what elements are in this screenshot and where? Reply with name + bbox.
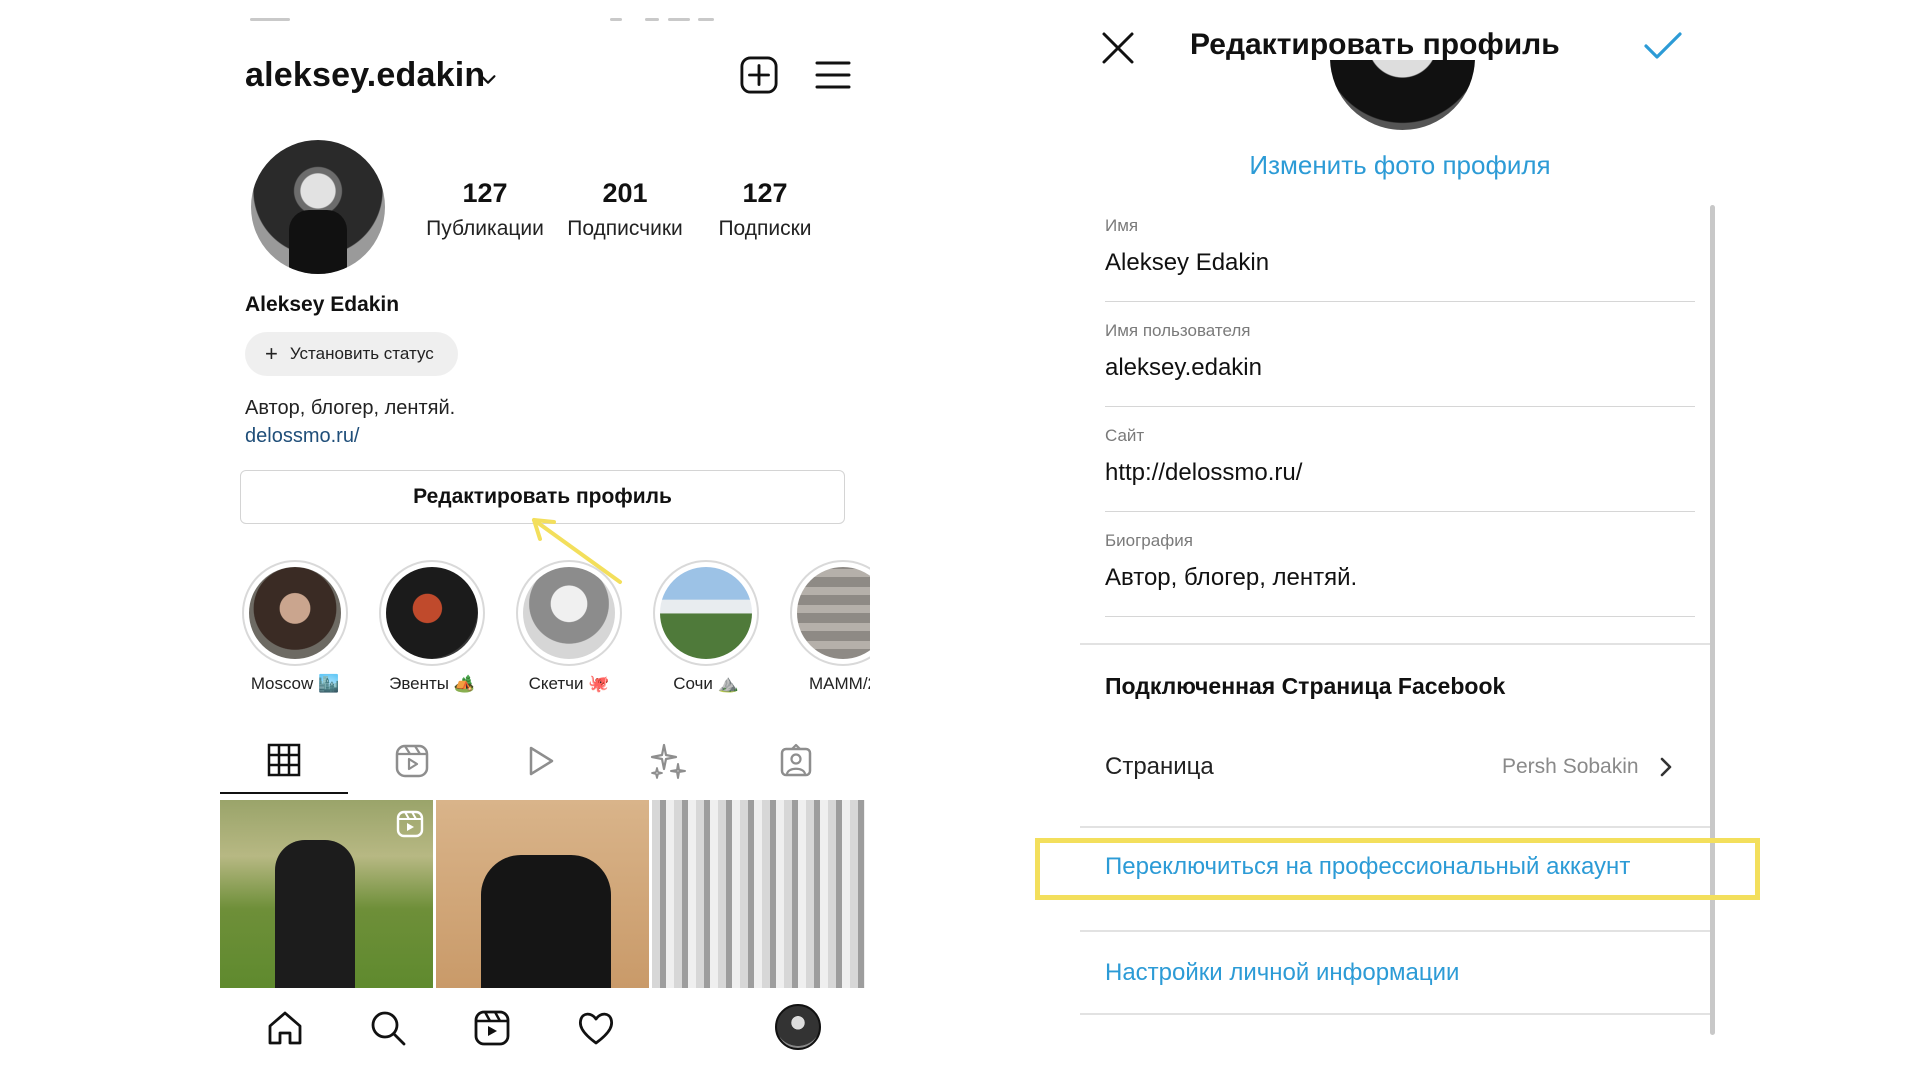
home-icon xyxy=(268,1011,302,1045)
profile-header: aleksey.edakin xyxy=(245,50,851,106)
post-thumbnail[interactable] xyxy=(436,800,649,988)
highlight-label: Эвенты 🏕️ xyxy=(389,674,475,693)
profile-bio: Автор, блогер, лентяй. xyxy=(245,397,456,419)
search-icon xyxy=(371,1011,406,1046)
facebook-page-label[interactable]: Страница xyxy=(1105,753,1214,781)
profile-stats: 127 Публикации 201 Подписчики 127 Подпис… xyxy=(410,178,830,241)
scrollbar[interactable] xyxy=(1710,205,1715,1035)
highlight-label: МАММ/2 xyxy=(809,674,870,693)
field-label: Имя xyxy=(1105,216,1139,235)
play-icon xyxy=(529,746,554,776)
field-value[interactable]: Aleksey Edakin xyxy=(1105,249,1269,277)
story-highlights: Moscow 🏙️ Эвенты 🏕️ Скетчи 🐙 Сочи ⛰️ МАМ… xyxy=(235,560,870,700)
tab-effects[interactable] xyxy=(604,728,732,794)
tab-reels[interactable] xyxy=(348,728,476,794)
field-label: Имя пользователя xyxy=(1105,321,1251,340)
highlight-label: Moscow 🏙️ xyxy=(250,674,340,693)
website-field[interactable]: Сайт http://delossmo.ru/ xyxy=(1105,426,1695,512)
highlight-cover xyxy=(249,567,341,659)
highlight-cover xyxy=(386,567,478,659)
set-status-button[interactable]: + Установить статус xyxy=(245,332,458,376)
full-name: Aleksey Edakin xyxy=(245,293,400,316)
bio-field[interactable]: Биография Автор, блогер, лентяй. xyxy=(1105,531,1695,617)
username-field[interactable]: Имя пользователя aleksey.edakin xyxy=(1105,321,1695,407)
divider xyxy=(1080,1013,1710,1015)
privacy-settings-link[interactable]: Настройки личной информации xyxy=(1105,959,1459,987)
highlight-item[interactable]: Moscow 🏙️ xyxy=(235,560,355,694)
close-icon[interactable] xyxy=(1100,30,1136,66)
nav-home[interactable] xyxy=(265,1008,305,1048)
create-post-icon[interactable] xyxy=(740,56,778,94)
highlight-cover xyxy=(797,567,870,659)
change-photo-link[interactable]: Изменить фото профиля xyxy=(1070,150,1730,181)
plus-icon: + xyxy=(265,341,278,366)
field-label: Биография xyxy=(1105,531,1193,550)
posts-grid xyxy=(220,800,865,988)
divider xyxy=(1080,930,1710,932)
checkmark-icon[interactable] xyxy=(1643,30,1683,62)
grid-icon xyxy=(267,743,301,777)
highlight-label: Скетчи 🐙 xyxy=(528,674,610,693)
profile-tabs xyxy=(220,728,870,794)
reels-icon xyxy=(396,810,424,838)
stat-value: 127 xyxy=(742,178,788,208)
nav-search[interactable] xyxy=(368,1008,408,1048)
profile-photo[interactable] xyxy=(1330,60,1475,130)
switch-professional-link[interactable]: Переключиться на профессиональный аккаун… xyxy=(1105,853,1630,881)
posts-count[interactable]: 127 Публикации xyxy=(410,178,560,241)
field-value[interactable]: aleksey.edakin xyxy=(1105,354,1262,382)
chevron-right-icon[interactable] xyxy=(1655,754,1677,780)
stat-value: 127 xyxy=(462,178,508,208)
page-title: Редактировать профиль xyxy=(1190,28,1560,61)
stat-label: Подписчики xyxy=(567,217,683,240)
chevron-down-icon[interactable] xyxy=(477,68,499,90)
highlight-item[interactable]: Эвенты 🏕️ xyxy=(372,560,492,694)
reels-icon xyxy=(474,1010,510,1046)
highlight-item[interactable]: Сочи ⛰️ xyxy=(646,560,766,694)
tab-grid[interactable] xyxy=(220,728,348,794)
bottom-navigation xyxy=(220,1000,870,1060)
highlight-cover xyxy=(523,567,615,659)
heart-icon xyxy=(578,1012,614,1045)
profile-avatar[interactable] xyxy=(251,140,385,274)
set-status-label: Установить статус xyxy=(289,344,434,363)
tagged-icon xyxy=(780,743,812,777)
edit-profile-screen: Редактировать профиль Изменить фото проф… xyxy=(1035,0,1790,1080)
divider xyxy=(1080,826,1710,828)
following-count[interactable]: 127 Подписки xyxy=(690,178,840,241)
nav-reels[interactable] xyxy=(472,1008,512,1048)
highlight-cover xyxy=(660,567,752,659)
post-thumbnail[interactable] xyxy=(220,800,433,988)
stat-label: Публикации xyxy=(426,217,544,240)
divider xyxy=(1080,643,1710,645)
highlight-item[interactable]: Скетчи 🐙 xyxy=(509,560,629,694)
facebook-page-value[interactable]: Persh Sobakin xyxy=(1502,755,1639,779)
nav-profile-avatar[interactable] xyxy=(775,1004,821,1050)
followers-count[interactable]: 201 Подписчики xyxy=(550,178,700,241)
tab-videos[interactable] xyxy=(476,728,604,794)
post-thumbnail[interactable] xyxy=(652,800,865,988)
profile-link[interactable]: delossmo.ru/ xyxy=(245,425,360,448)
name-field[interactable]: Имя Aleksey Edakin xyxy=(1105,216,1695,302)
tab-tagged[interactable] xyxy=(732,728,860,794)
menu-icon[interactable] xyxy=(815,60,851,90)
highlight-label: Сочи ⛰️ xyxy=(673,674,739,693)
profile-screen: aleksey.edakin 127 Публикации 201 Подпис… xyxy=(220,0,870,1080)
status-bar xyxy=(250,18,860,22)
facebook-section-header: Подключенная Страница Facebook xyxy=(1105,673,1506,699)
nav-activity[interactable] xyxy=(576,1008,616,1048)
highlight-item[interactable]: МАММ/2 xyxy=(783,560,870,694)
field-value[interactable]: Автор, блогер, лентяй. xyxy=(1105,564,1357,592)
username-title[interactable]: aleksey.edakin xyxy=(245,56,485,95)
field-label: Сайт xyxy=(1105,426,1145,445)
stat-label: Подписки xyxy=(718,217,812,240)
stat-value: 201 xyxy=(602,178,648,208)
sparkles-icon xyxy=(650,743,686,779)
reels-icon xyxy=(395,744,429,778)
field-value[interactable]: http://delossmo.ru/ xyxy=(1105,459,1302,487)
